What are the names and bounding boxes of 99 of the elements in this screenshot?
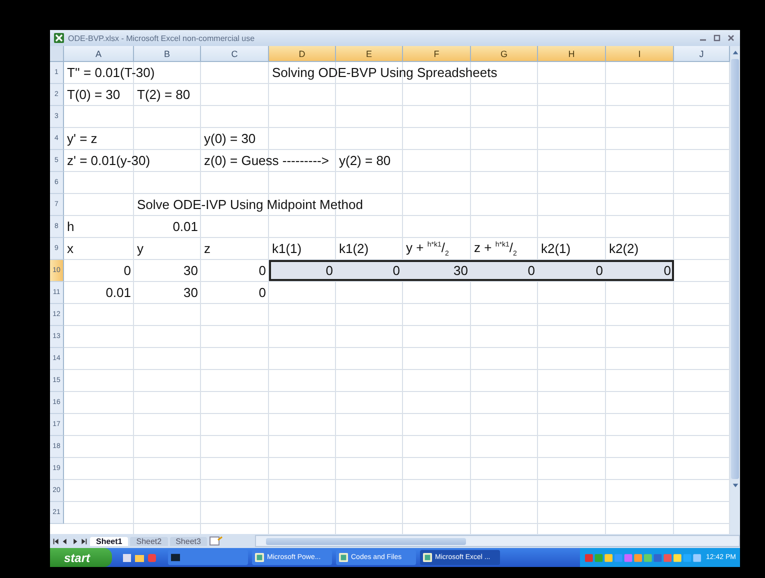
cell-text: T(2) = 80 [137, 87, 190, 102]
cell-text: k2(2) [609, 241, 639, 256]
cell-text: 0 [258, 285, 266, 300]
window-title: ODE-BVP.xlsx - Microsoft Excel non-commercial use [68, 34, 255, 42]
table-cell[interactable]: z(0) = Guess ---------> [201, 150, 336, 171]
cell-text: k2(1) [541, 241, 571, 256]
column-header[interactable]: C [201, 46, 269, 62]
table-cell[interactable]: y(2) = 80 [336, 150, 730, 171]
scroll-down-icon[interactable] [730, 481, 740, 490]
cell-text: x [67, 241, 74, 256]
cell-text: 0 [326, 263, 333, 278]
cell-text: 0.01 [172, 219, 198, 234]
column-header[interactable]: G [471, 46, 538, 62]
cell-text: 0 [392, 263, 400, 278]
close-icon[interactable] [726, 33, 736, 43]
table-cell[interactable]: z + $^{h*k1}$/$_{2}$ [471, 238, 538, 259]
cell-text: y + $^{h*k1}$/$_{2}$ [406, 240, 449, 258]
table-cell[interactable]: 0 [336, 260, 403, 281]
table-cell[interactable]: y(0) = 30 [201, 128, 730, 149]
cell-text: Solve ODE-IVP Using Midpoint Method [137, 197, 363, 212]
cell-text: 30 [454, 263, 468, 278]
app-icon [255, 553, 264, 562]
table-cell[interactable]: k1(1) [269, 238, 336, 259]
insert-sheet-icon[interactable] [208, 536, 223, 546]
quick-launch-icons[interactable] [122, 552, 158, 562]
cell-text: T'' = 0.01(T-30) [67, 65, 155, 80]
horizontal-scrollbar[interactable] [254, 535, 740, 547]
table-cell[interactable]: 30 [134, 260, 201, 281]
table-cell[interactable]: k2(1) [538, 238, 606, 259]
sheet-navigation-icon[interactable] [52, 536, 88, 546]
table-cell[interactable]: 0.01 [134, 216, 201, 237]
table-cell[interactable]: h [64, 216, 134, 237]
table-cell[interactable]: y' = z [64, 128, 201, 149]
column-header[interactable]: H [538, 46, 606, 62]
table-cell[interactable]: x [64, 238, 134, 259]
cell-text: y(0) = 30 [204, 131, 256, 146]
table-cell[interactable]: y + $^{h*k1}$/$_{2}$ [403, 238, 471, 259]
cell-text: T(0) = 30 [67, 87, 120, 102]
column-header[interactable]: J [674, 46, 730, 62]
table-cell[interactable]: k1(2) [336, 238, 403, 259]
cell-text: 0 [258, 263, 266, 278]
table-cell[interactable]: y [134, 238, 201, 259]
app-icon [339, 553, 348, 562]
taskbar-button[interactable] [168, 550, 248, 565]
scroll-up-icon[interactable] [730, 48, 740, 57]
start-button[interactable]: start [50, 548, 112, 567]
cell-text: z + $^{h*k1}$/$_{2}$ [474, 240, 517, 258]
cell-text: y [137, 241, 144, 256]
restore-icon[interactable] [712, 33, 722, 43]
cell-text: 0 [664, 263, 671, 278]
app-icon [423, 553, 432, 562]
table-cell[interactable]: 0 [269, 260, 336, 281]
sheet-tab[interactable]: Sheet1 [90, 536, 128, 546]
table-cell[interactable]: Solve ODE-IVP Using Midpoint Method [134, 194, 730, 215]
cell-text: 0 [124, 263, 131, 278]
table-cell[interactable]: T'' = 0.01(T-30) [64, 62, 269, 83]
column-header[interactable]: I [606, 46, 674, 62]
table-cell[interactable]: 30 [403, 260, 471, 281]
cell-text: h [67, 219, 74, 234]
table-cell[interactable]: 0 [201, 260, 269, 281]
table-cell[interactable]: 0 [201, 282, 269, 303]
table-cell[interactable]: 0 [64, 260, 134, 281]
table-cell[interactable]: k2(2) [606, 238, 730, 259]
column-header[interactable]: A [64, 46, 134, 62]
column-header[interactable]: D [269, 46, 336, 62]
column-header[interactable]: B [134, 46, 201, 62]
cell-text: z(0) = Guess ---------> [204, 153, 329, 168]
window-icon [171, 553, 180, 562]
sheet-tab[interactable]: Sheet2 [130, 536, 168, 546]
spreadsheet-app-icon [54, 33, 64, 43]
column-header[interactable]: E [336, 46, 403, 62]
cell-text: 30 [184, 263, 198, 278]
cell-text: z' = 0.01(y-30) [67, 153, 150, 168]
cell-text: k1(2) [339, 241, 369, 256]
table-cell[interactable]: 30 [134, 282, 201, 303]
scrollbar-thumb[interactable] [266, 538, 466, 544]
tray-icons[interactable] [584, 552, 702, 562]
cell-text: y(2) = 80 [339, 153, 391, 168]
cell-text: z [204, 241, 210, 256]
table-cell[interactable]: 0 [606, 260, 674, 281]
cell-text: 0.01 [106, 285, 131, 300]
table-cell[interactable]: 0 [538, 260, 606, 281]
table-cell[interactable]: 0.01 [64, 282, 134, 303]
table-cell[interactable]: z' = 0.01(y-30) [64, 150, 201, 171]
table-cell[interactable]: z [201, 238, 269, 259]
cell-text: 0 [528, 263, 535, 278]
cell-text: 0 [596, 263, 603, 278]
table-cell[interactable]: T(2) = 80 [134, 84, 730, 105]
cell-text: 30 [184, 285, 198, 300]
column-header[interactable]: F [403, 46, 471, 62]
table-cell[interactable]: Solving ODE-BVP Using Spreadsheets [269, 62, 730, 83]
cell-text: k1(1) [272, 241, 302, 256]
sheet-tab[interactable]: Sheet3 [170, 536, 207, 546]
cell-text: Solving ODE-BVP Using Spreadsheets [272, 65, 498, 80]
scrollbar-thumb[interactable] [731, 59, 739, 479]
cell-text: y' = z [67, 131, 98, 146]
vertical-scrollbar[interactable] [730, 46, 740, 534]
table-cell[interactable]: 0 [471, 260, 538, 281]
table-cell[interactable]: T(0) = 30 [64, 84, 134, 105]
